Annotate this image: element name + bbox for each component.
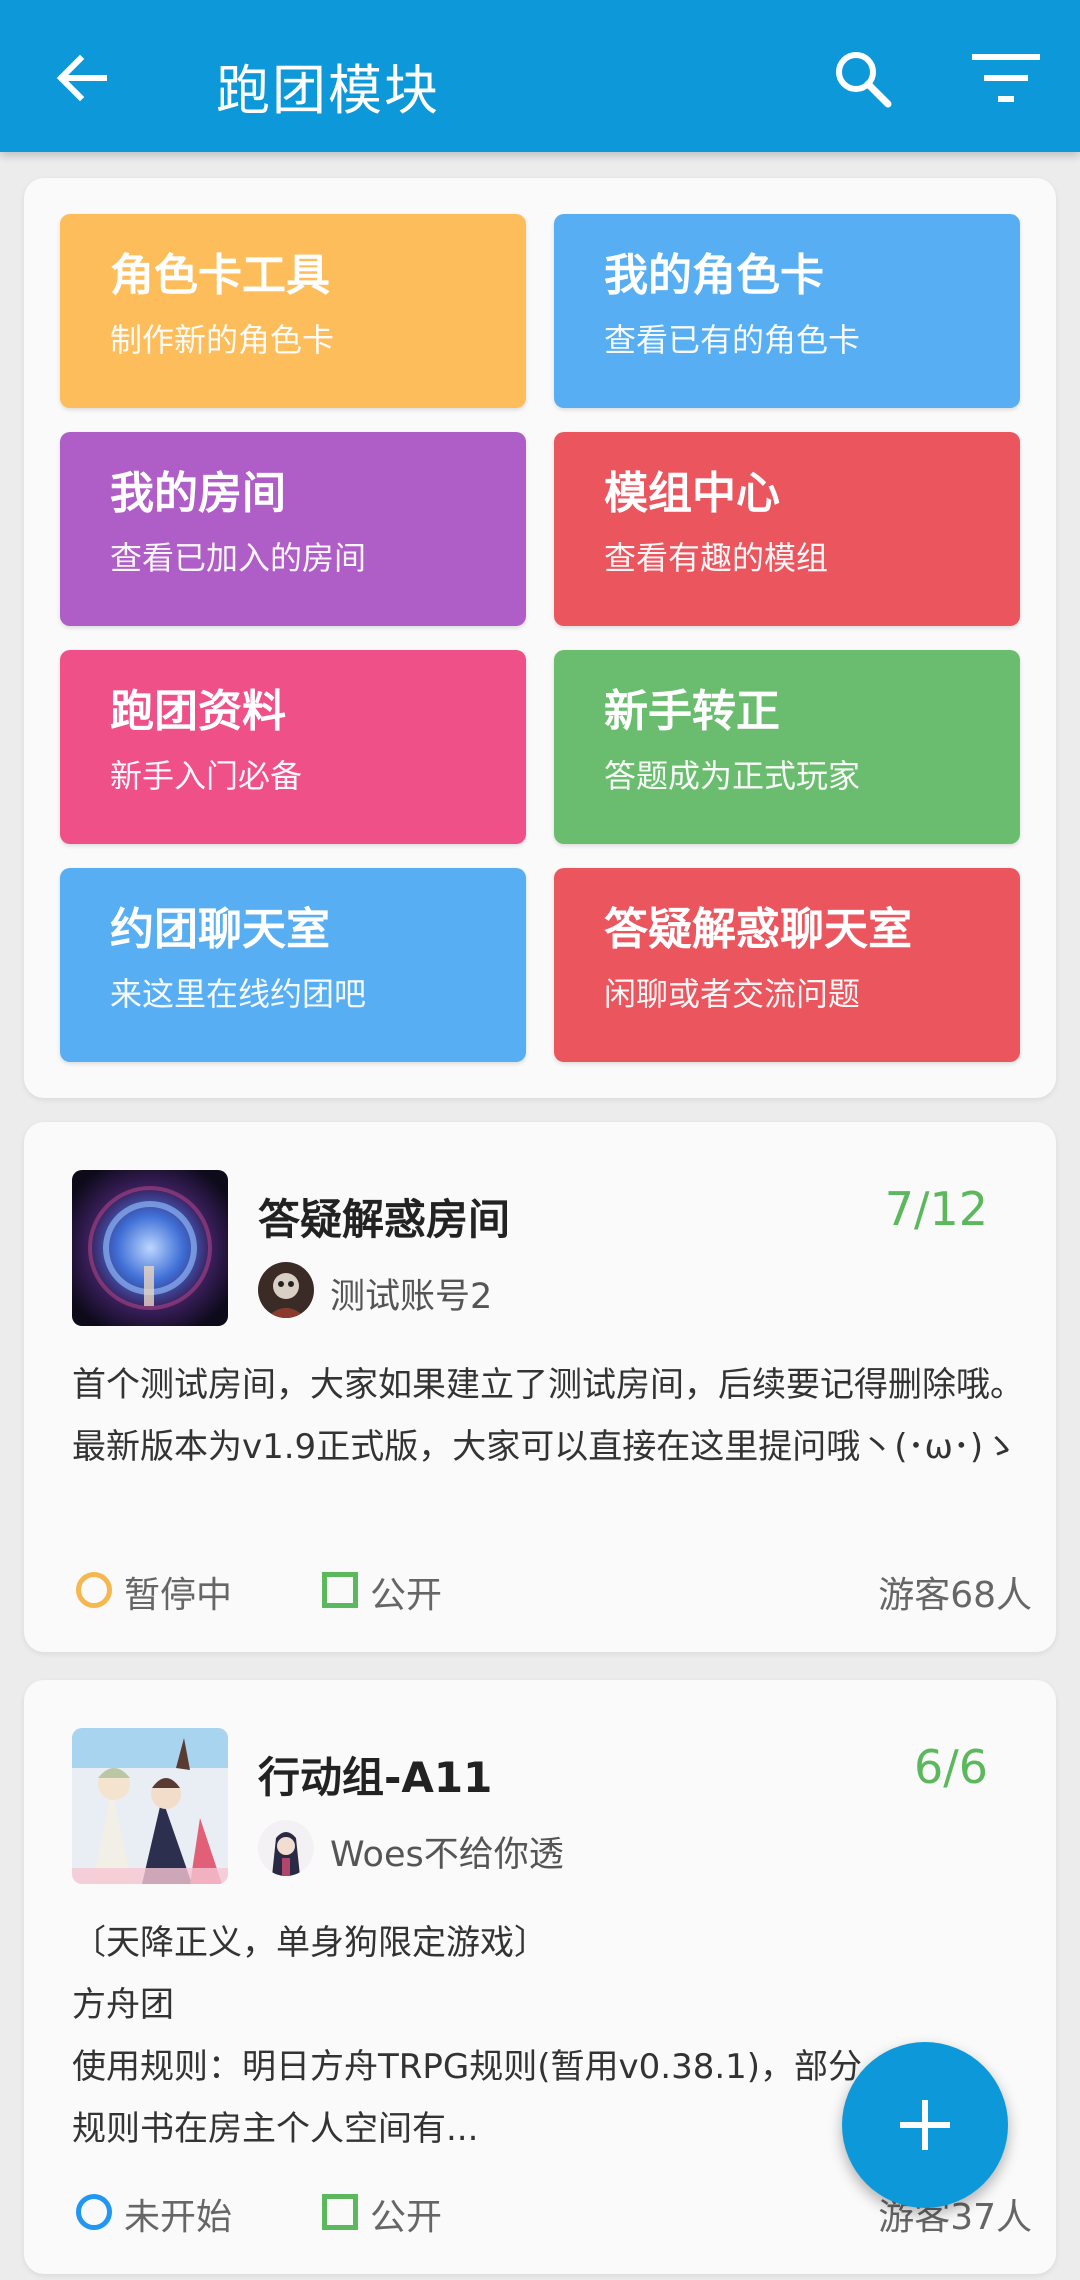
room-name: 答疑解惑房间 [258, 1195, 511, 1244]
room-description: 首个测试房间，大家如果建立了测试房间，后续要记得删除哦。最新版本为v1.9正式版… [72, 1365, 1024, 1467]
room-status: 未开始 [124, 2197, 233, 2238]
room-cover-image [72, 1728, 228, 1884]
room-status-row: 暂停中 公开 游客68人 [72, 1566, 1032, 1616]
tile-title: 新手转正 [604, 686, 780, 737]
tile-module-center[interactable]: 模组中心 查看有趣的模组 [554, 432, 1020, 626]
arrow-back-icon[interactable] [52, 48, 112, 108]
room-status: 暂停中 [124, 1575, 233, 1616]
add-icon [900, 2100, 950, 2150]
tile-subtitle: 答题成为正式玩家 [604, 757, 861, 795]
tile-subtitle: 来这里在线约团吧 [110, 975, 367, 1013]
tile-subtitle: 查看有趣的模组 [604, 539, 829, 577]
tile-subtitle: 查看已加入的房间 [110, 539, 367, 577]
tile-subtitle: 闲聊或者交流问题 [604, 975, 861, 1013]
room-member-count: 6/6 [913, 1740, 988, 1794]
tile-trpg-materials[interactable]: 跑团资料 新手入门必备 [60, 650, 526, 844]
status-circle-icon [76, 2194, 112, 2230]
room-member-count: 7/12 [884, 1182, 988, 1236]
tile-group-chatroom[interactable]: 约团聊天室 来这里在线约团吧 [60, 868, 526, 1062]
tile-title: 答疑解惑聊天室 [604, 904, 912, 955]
public-square-icon [322, 2194, 358, 2230]
room-visitors: 游客68人 [878, 1575, 1032, 1616]
tile-my-character-cards[interactable]: 我的角色卡 查看已有的角色卡 [554, 214, 1020, 408]
tools-card: 角色卡工具 制作新的角色卡 我的角色卡 查看已有的角色卡 我的房间 查看已加入的… [24, 178, 1056, 1098]
room-owner-name: Woes不给你透 [330, 1835, 564, 1875]
tile-title: 我的房间 [110, 468, 286, 519]
app-bar: 跑团模块 [0, 0, 1080, 152]
filter-icon[interactable] [972, 52, 1040, 104]
room-cover-image [72, 1170, 228, 1326]
tile-character-card-tool[interactable]: 角色卡工具 制作新的角色卡 [60, 214, 526, 408]
tile-title: 模组中心 [604, 468, 780, 519]
avatar [258, 1262, 314, 1318]
room-owner-name: 测试账号2 [330, 1277, 493, 1317]
page-title: 跑团模块 [216, 59, 440, 122]
create-room-button[interactable] [842, 2042, 1008, 2208]
room-visibility: 公开 [370, 1575, 443, 1616]
search-icon[interactable] [830, 46, 894, 110]
tile-title: 约团聊天室 [110, 904, 330, 955]
public-square-icon [322, 1572, 358, 1608]
room-card[interactable]: 答疑解惑房间 7/12 测试账号2 首个测试房间，大家如果建立了测试房间，后续要… [24, 1122, 1056, 1652]
tile-title: 我的角色卡 [604, 250, 824, 301]
tile-newbie-promotion[interactable]: 新手转正 答题成为正式玩家 [554, 650, 1020, 844]
tile-title: 跑团资料 [110, 686, 286, 737]
tile-title: 角色卡工具 [110, 250, 330, 301]
avatar [258, 1820, 314, 1876]
tile-subtitle: 新手入门必备 [110, 757, 303, 795]
tile-qa-chatroom[interactable]: 答疑解惑聊天室 闲聊或者交流问题 [554, 868, 1020, 1062]
room-visibility: 公开 [370, 2197, 443, 2238]
tile-my-rooms[interactable]: 我的房间 查看已加入的房间 [60, 432, 526, 626]
room-name: 行动组-A11 [258, 1753, 493, 1802]
status-circle-icon [76, 1572, 112, 1608]
tile-subtitle: 制作新的角色卡 [110, 321, 335, 359]
tile-subtitle: 查看已有的角色卡 [604, 321, 861, 359]
